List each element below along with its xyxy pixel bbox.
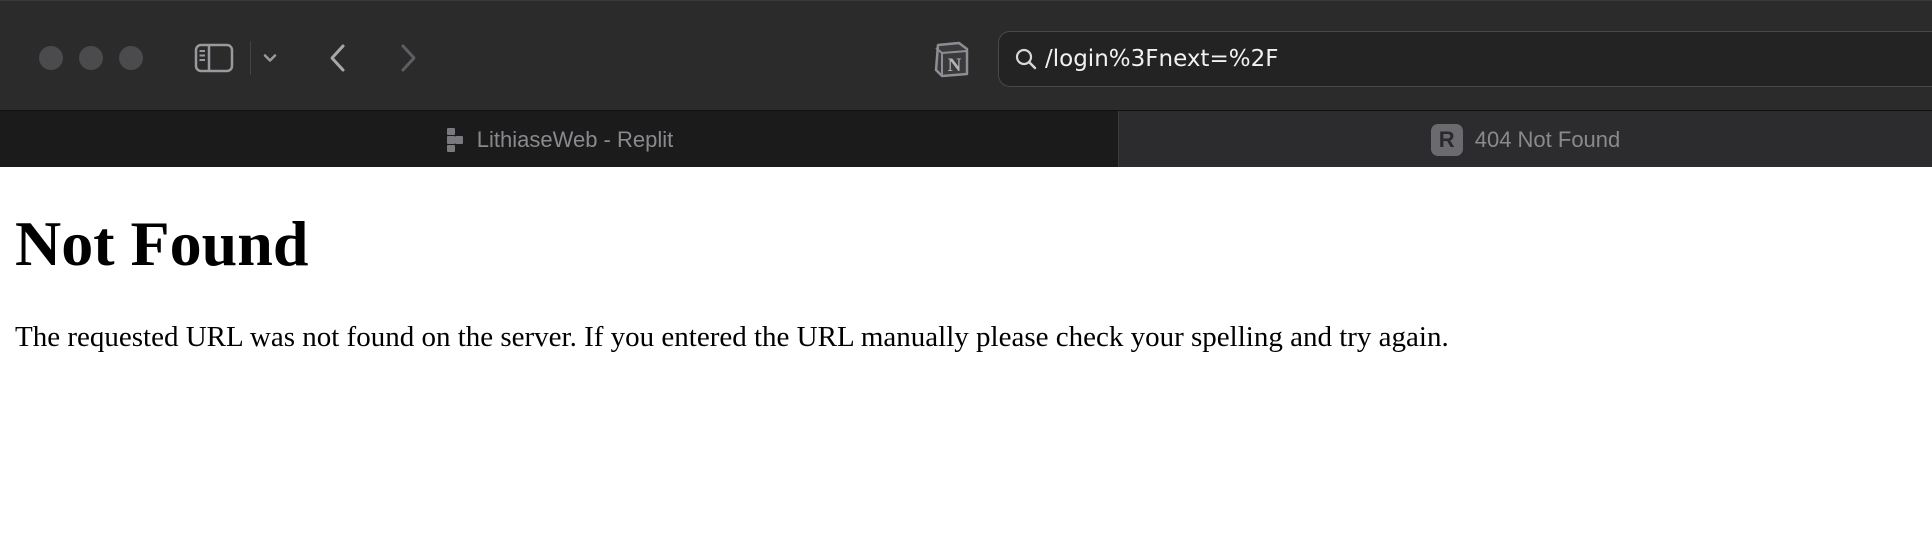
back-button[interactable] — [320, 39, 356, 77]
notion-extension-button[interactable]: N — [932, 39, 972, 79]
page-title: Not Found — [15, 208, 309, 279]
sidebar-toggle-icon — [194, 43, 234, 73]
forward-button[interactable] — [390, 39, 426, 77]
address-bar-url[interactable]: /login%3Fnext=%2F — [1045, 46, 1278, 72]
tab-label: 404 Not Found — [1474, 126, 1621, 152]
svg-text:N: N — [948, 55, 962, 76]
forward-arrow-icon — [401, 44, 416, 72]
tab-favicon-r-icon: R — [1430, 123, 1463, 156]
close-window-button[interactable] — [39, 46, 63, 70]
sidebar-toggle-button[interactable] — [192, 41, 236, 75]
tab-bar: LithiaseWeb - Replit R 404 Not Found — [0, 110, 1932, 168]
error-message: The requested URL was not found on the s… — [15, 321, 1449, 353]
sidebar-menu-button[interactable] — [258, 45, 282, 71]
back-arrow-icon — [330, 44, 345, 72]
browser-toolbar: N /login%3Fnext=%2F — [0, 0, 1932, 110]
address-bar[interactable]: /login%3Fnext=%2F — [998, 31, 1932, 87]
toolbar-divider — [250, 41, 251, 75]
replit-icon — [445, 127, 465, 153]
search-icon — [1013, 46, 1039, 72]
chevron-down-icon — [263, 54, 277, 62]
minimize-window-button[interactable] — [79, 46, 103, 70]
notion-icon: N — [934, 41, 969, 78]
zoom-window-button[interactable] — [119, 46, 143, 70]
favicon-letter: R — [1430, 123, 1463, 156]
tab-label: LithiaseWeb - Replit — [476, 126, 674, 152]
browser-window: N /login%3Fnext=%2F LithiaseWeb - Replit… — [0, 0, 1932, 544]
tab-404-not-found[interactable]: R 404 Not Found — [1118, 111, 1932, 168]
page-content: Not Found The requested URL was not foun… — [0, 167, 1932, 544]
tab-lithiaseweb-replit[interactable]: LithiaseWeb - Replit — [0, 111, 1118, 168]
